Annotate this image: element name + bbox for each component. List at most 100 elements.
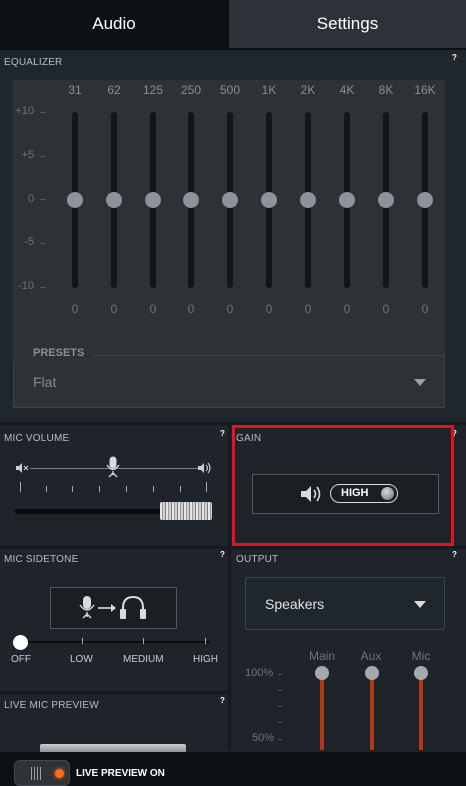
eq-band-freq: 8K [378,83,394,97]
tab-bar: Audio Settings [0,0,466,50]
eq-band-value: 0 [149,302,157,316]
eq-band-handle[interactable] [67,192,83,208]
eq-band-handle[interactable] [222,192,238,208]
mic-mix-fader[interactable] [419,675,423,750]
scale-tick [153,486,154,492]
presets-label: PRESETS [13,347,93,361]
eq-band-handle[interactable] [145,192,161,208]
scale-tick [205,638,206,644]
sidetone-slider[interactable] [20,641,210,643]
mix-scale-tick [278,706,282,707]
eq-band-freq: 16K [414,83,436,97]
aux-mix-handle[interactable] [365,666,379,680]
mix-scale-tick [278,690,282,691]
eq-band-freq: 1K [261,83,277,97]
grip-icon [31,767,43,780]
chevron-down-icon[interactable] [414,379,426,386]
eq-band-handle[interactable] [183,192,199,208]
equalizer-help-icon[interactable]: ? [452,53,457,62]
scale-tick [99,486,100,492]
mic-volume-help-icon[interactable]: ? [220,429,225,438]
eq-scale-tick [40,243,46,244]
eq-band-handle[interactable] [261,192,277,208]
eq-band-value: 0 [71,302,79,316]
presets-dropdown[interactable] [13,355,445,408]
eq-band-value: 0 [226,302,234,316]
scale-tick [180,486,181,492]
sidetone-label-off: OFF [11,654,31,665]
live-preview-toggle[interactable] [14,760,70,786]
eq-scale-tick [40,199,46,200]
main-mix-fader[interactable] [320,675,324,750]
scale-tick [126,486,127,492]
eq-band-handle[interactable] [300,192,316,208]
eq-band-value: 0 [265,302,273,316]
eq-db-label: -5 [24,236,34,248]
tab-settings[interactable]: Settings [229,0,466,48]
mic-sidetone-help-icon[interactable]: ? [220,550,225,559]
status-led-icon [55,769,64,778]
eq-band-freq: 125 [142,83,164,97]
scale-tick [82,638,83,644]
mic-volume-handle[interactable] [160,502,212,520]
eq-scale-tick [40,112,46,113]
main-mix-handle[interactable] [315,666,329,680]
sidetone-label-high: HIGH [193,654,218,665]
divider [0,691,228,694]
eq-db-label: +5 [21,149,34,161]
eq-db-label: +10 [15,105,34,117]
output-selected-value: Speakers [265,596,325,612]
eq-band-value: 0 [304,302,312,316]
divider [0,546,466,549]
scale-tick [20,482,21,492]
speaker-loud-icon [198,462,211,474]
mix-scale-tick [278,674,282,675]
scale-tick [72,486,73,492]
mix-label-mic: Mic [411,649,431,663]
eq-band-value: 0 [110,302,118,316]
sidetone-handle[interactable] [13,635,28,650]
eq-db-label: -10 [18,280,34,292]
speaker-mute-icon [16,463,29,473]
mix-scale-100: 100% [245,667,274,679]
mix-scale-tick [278,739,282,740]
eq-band-handle[interactable] [378,192,394,208]
equalizer-title: EQUALIZER [4,57,63,68]
presets-value: Flat [33,374,57,390]
eq-band-handle[interactable] [106,192,122,208]
eq-band-handle[interactable] [339,192,355,208]
mic-mix-handle[interactable] [414,666,428,680]
mic-to-headphones-icon [79,595,146,619]
output-help-icon[interactable]: ? [452,550,457,559]
live-mic-preview-meter [40,744,186,752]
aux-mix-fader[interactable] [370,675,374,750]
eq-band-freq: 500 [219,83,241,97]
output-title: OUTPUT [236,554,279,565]
eq-band-value: 0 [187,302,195,316]
scale-tick [143,638,144,644]
sidetone-label-low: LOW [70,654,93,665]
eq-band-handle[interactable] [417,192,433,208]
divider [228,424,231,750]
eq-scale-tick [40,156,46,157]
microphone-icon [106,456,120,478]
live-mic-preview-help-icon[interactable]: ? [220,696,225,705]
live-preview-label: LIVE PREVIEW ON [76,768,165,779]
eq-band-freq: 4K [339,83,355,97]
mix-scale-tick [278,722,282,723]
eq-db-label: 0 [27,193,34,205]
chevron-down-icon[interactable] [414,601,426,608]
sidetone-label-medium: MEDIUM [123,654,164,665]
eq-band-value: 0 [421,302,429,316]
eq-scale-tick [40,287,46,288]
tab-audio[interactable]: Audio [0,0,228,48]
mix-label-aux: Aux [360,649,382,663]
live-mic-preview-title: LIVE MIC PREVIEW [4,700,99,711]
eq-band-value: 0 [343,302,351,316]
mic-volume-title: MIC VOLUME [4,433,70,444]
eq-band-freq: 250 [180,83,202,97]
mix-label-main: Main [308,649,335,663]
gain-highlight-box [232,425,454,546]
mic-sidetone-title: MIC SIDETONE [4,554,79,565]
eq-band-freq: 2K [300,83,316,97]
